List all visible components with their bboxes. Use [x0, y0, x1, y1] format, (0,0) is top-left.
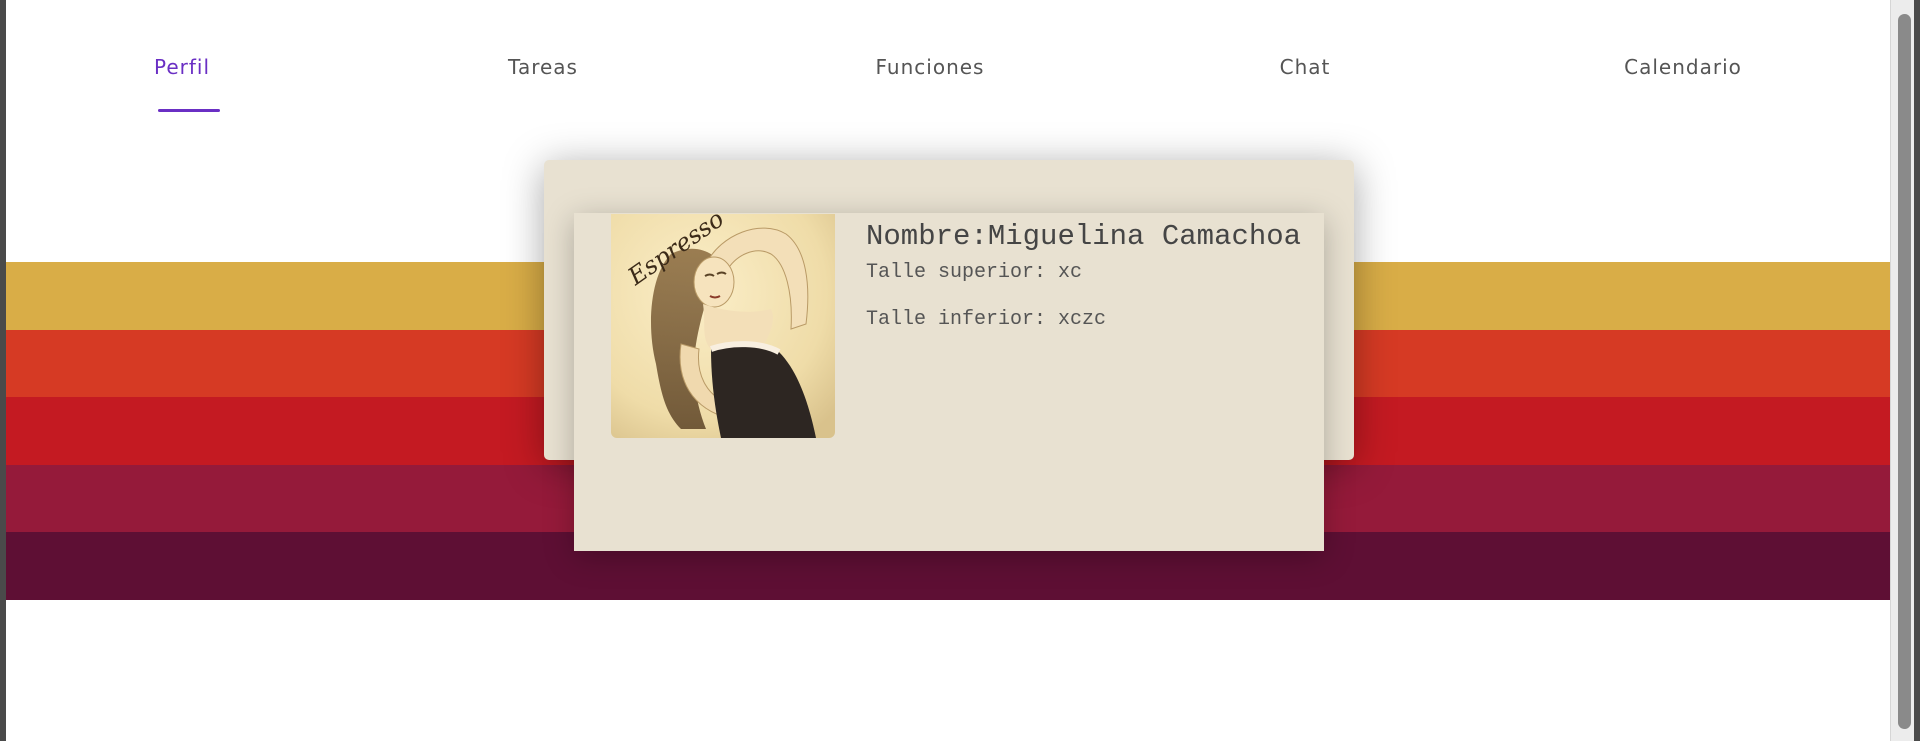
active-tab-indicator — [158, 109, 220, 112]
profile-name: Nombre:Miguelina Camachoa — [866, 213, 1306, 261]
bottom-size: Talle inferior: xczc — [866, 308, 1306, 332]
profile-card: Espresso Nombre:Miguelina Camachoa Talle… — [574, 213, 1324, 551]
tab-tareas[interactable]: Tareas — [508, 55, 578, 79]
main-tabs: Perfil Tareas Funciones Chat Calendario — [6, 0, 1891, 120]
bottom-size-label: Talle inferior: — [866, 308, 1047, 331]
profile-details: Nombre:Miguelina Camachoa Talle superior… — [866, 213, 1306, 355]
tab-calendario[interactable]: Calendario — [1624, 55, 1742, 79]
tab-chat[interactable]: Chat — [1280, 55, 1331, 79]
scrollbar-thumb[interactable] — [1898, 14, 1911, 729]
bottom-size-value: xczc — [1058, 308, 1107, 331]
name-value: Miguelina Camachoa — [987, 220, 1302, 253]
top-size: Talle superior: xc — [866, 261, 1306, 285]
profile-photo: Espresso — [611, 214, 835, 438]
tab-funciones[interactable]: Funciones — [876, 55, 985, 79]
top-size-value: xc — [1058, 261, 1083, 284]
tab-perfil[interactable]: Perfil — [154, 55, 210, 79]
name-label: Nombre: — [866, 220, 988, 253]
window-right-edge — [1914, 0, 1920, 741]
top-size-label: Talle superior: — [866, 261, 1047, 284]
